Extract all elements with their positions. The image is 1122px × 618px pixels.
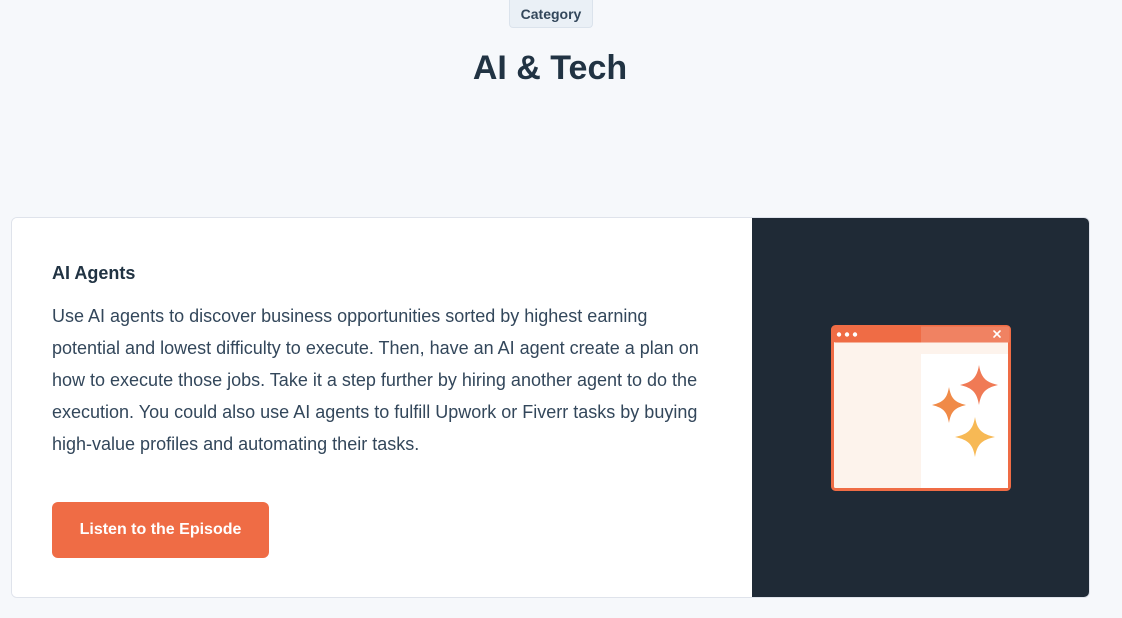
card-heading: AI Agents (52, 263, 136, 283)
browser-window-sparkles-icon (830, 324, 1011, 491)
category-label: Category (520, 5, 582, 22)
page-title: AI & Tech (472, 49, 628, 87)
card-content: AI Agents Use AI agents to discover busi… (12, 218, 752, 597)
listen-episode-button[interactable]: Listen to the Episode (52, 502, 269, 558)
window-dot-icon (836, 331, 841, 337)
category-badge: Category (509, 0, 593, 28)
window-dot-icon (852, 331, 857, 337)
card-description: Use AI agents to discover business oppor… (52, 306, 699, 454)
window-dot-icon (844, 331, 849, 337)
episode-card: AI Agents Use AI agents to discover busi… (11, 217, 1090, 598)
card-illustration-panel (752, 218, 1089, 597)
